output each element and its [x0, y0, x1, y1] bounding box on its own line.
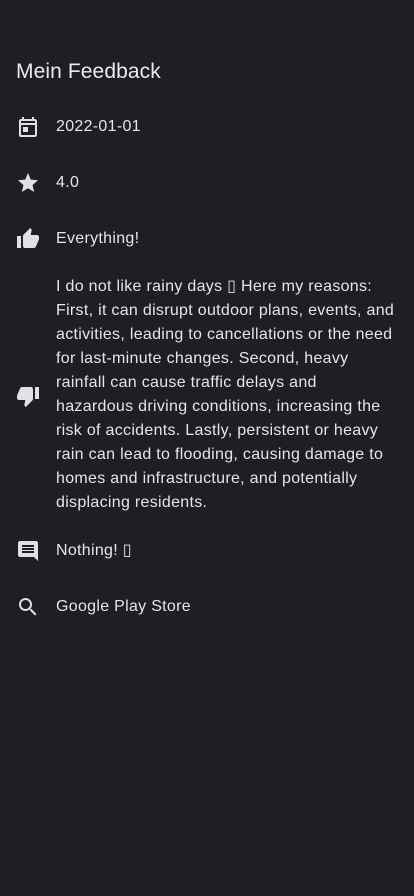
feedback-dislikes: I do not like rainy days ▯ Here my reaso…: [56, 278, 395, 511]
calendar-icon: [16, 115, 40, 139]
search-icon: [16, 595, 40, 619]
page-title: Mein Feedback: [16, 60, 161, 83]
comment-icon: [16, 539, 40, 563]
thumb-up-icon: [16, 227, 40, 251]
feedback-source: Google Play Store: [56, 598, 191, 615]
feedback-comment: Nothing! ▯: [56, 542, 132, 559]
feedback-rating: 4.0: [56, 174, 80, 191]
feedback-date: 2022-01-01: [56, 118, 141, 135]
feedback-likes: Everything!: [56, 230, 140, 247]
star-icon: [16, 171, 40, 195]
thumb-down-icon: [16, 384, 40, 408]
feedback-page: Mein Feedback 2022-01-01 4.0 Everything!…: [0, 0, 414, 896]
